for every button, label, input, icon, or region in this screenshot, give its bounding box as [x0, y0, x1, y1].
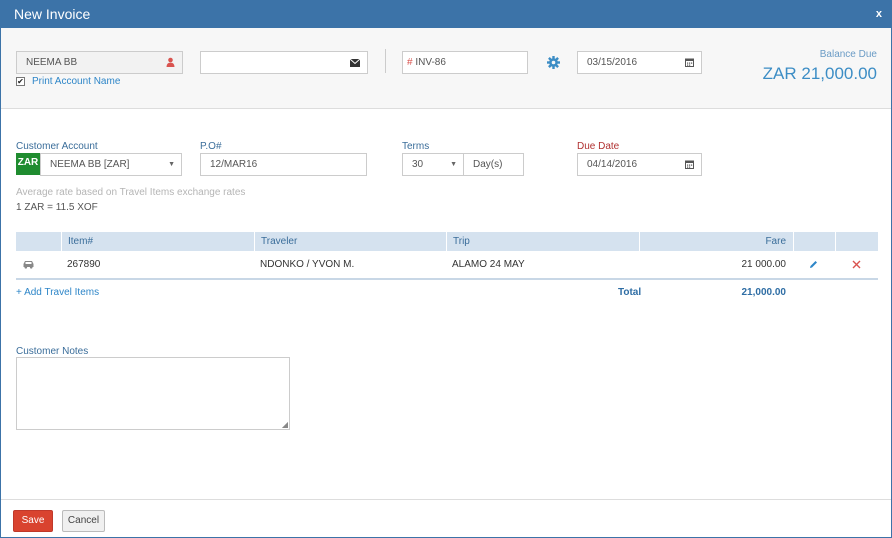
customer-field[interactable]: NEEMA BB [16, 51, 183, 74]
exchange-rate: 1 ZAR = 11.5 XOF [16, 202, 98, 213]
customer-account-label: Customer Account [16, 141, 98, 152]
calendar-icon [685, 52, 694, 75]
column-item: Item# [61, 232, 254, 251]
row-fare: 21 000.00 [741, 259, 787, 270]
close-button[interactable]: x [876, 8, 882, 20]
due-date-value: 04/14/2016 [587, 159, 638, 170]
terms-unit-value: Day(s) [473, 159, 503, 170]
terms-select[interactable]: 30 ▼ [402, 153, 464, 176]
terms-label: Terms [402, 141, 430, 152]
new-invoice-dialog: New Invoice x NEEMA BB # INV-86 03/15/20… [0, 0, 892, 538]
customer-notes-label: Customer Notes [16, 346, 89, 357]
column-delete [835, 232, 878, 251]
column-edit [793, 232, 835, 251]
customer-notes-textarea[interactable]: ◢ [16, 357, 290, 430]
po-value: 12/MAR16 [210, 159, 258, 170]
column-icon [16, 232, 61, 251]
car-icon [23, 251, 34, 278]
invoice-number-field[interactable]: # INV-86 [402, 51, 528, 74]
envelope-icon [349, 52, 361, 75]
terms-value: 30 [412, 159, 424, 170]
add-travel-items-link[interactable]: + Add Travel Items [16, 287, 99, 298]
print-account-name-label[interactable]: Print Account Name [32, 76, 120, 87]
row-trip: ALAMO 24 MAY [452, 259, 525, 270]
terms-unit: Day(s) [463, 153, 524, 176]
column-fare: Fare [639, 232, 793, 251]
total-value: 21,000.00 [741, 287, 787, 298]
save-button[interactable]: Save [13, 510, 53, 532]
resize-handle-icon[interactable]: ◢ [282, 420, 288, 429]
due-date-label: Due Date [577, 141, 620, 152]
dialog-title: New Invoice [14, 6, 91, 22]
row-traveler: NDONKO / YVON M. [260, 259, 355, 270]
balance-due-label: Balance Due [819, 49, 877, 60]
footer-divider [1, 499, 891, 500]
total-label: Total [618, 287, 642, 298]
pencil-icon[interactable] [809, 251, 818, 278]
invoice-date-value: 03/15/2016 [587, 57, 638, 68]
chevron-down-icon: ▼ [168, 161, 175, 168]
close-icon[interactable] [852, 251, 861, 278]
table-row: 267890 NDONKO / YVON M. ALAMO 24 MAY 21 … [16, 251, 878, 280]
user-icon [166, 52, 175, 75]
email-field[interactable] [200, 51, 368, 74]
invoice-number-value: INV-86 [415, 57, 446, 68]
po-input[interactable]: 12/MAR16 [200, 153, 367, 176]
customer-value: NEEMA BB [26, 57, 78, 68]
title-bar: New Invoice x [1, 1, 891, 28]
print-account-name-checkbox[interactable]: ✔ [16, 77, 25, 86]
balance-due-amount: ZAR 21,000.00 [762, 64, 877, 83]
calendar-icon [685, 154, 694, 177]
row-item: 267890 [67, 259, 101, 270]
due-date-field[interactable]: 04/14/2016 [577, 153, 702, 176]
invoice-date-field[interactable]: 03/15/2016 [577, 51, 702, 74]
customer-account-select[interactable]: NEEMA BB [ZAR] ▼ [40, 153, 182, 176]
rate-note: Average rate based on Travel Items excha… [16, 187, 246, 198]
cancel-button[interactable]: Cancel [62, 510, 105, 532]
gear-icon[interactable] [547, 56, 560, 69]
customer-account-value: NEEMA BB [ZAR] [50, 159, 130, 170]
po-label: P.O# [200, 141, 222, 152]
travel-items-table-header: Item# Traveler Trip Fare [16, 232, 878, 251]
header-separator [385, 49, 386, 73]
column-trip: Trip [446, 232, 639, 251]
column-traveler: Traveler [254, 232, 446, 251]
chevron-down-icon: ▼ [450, 161, 457, 168]
currency-badge: ZAR [16, 153, 40, 175]
hash-icon: # [407, 57, 413, 68]
